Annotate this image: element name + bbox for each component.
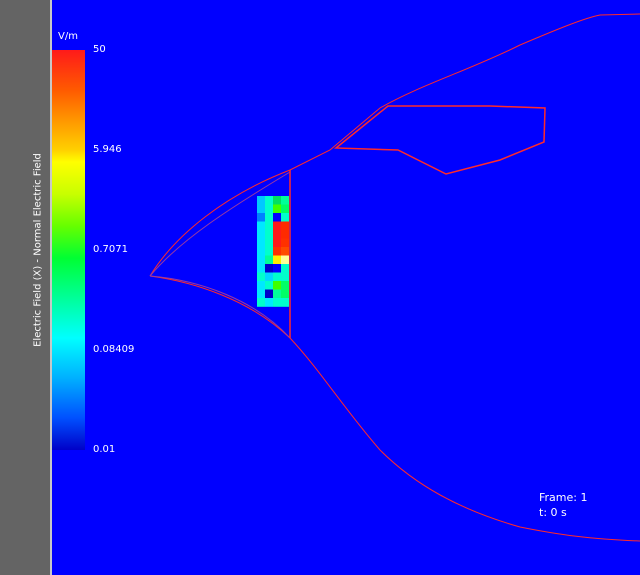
field-cell <box>265 255 273 265</box>
frame-time: t: 0 s <box>539 506 567 519</box>
field-cell <box>257 221 265 231</box>
upper-polygon <box>333 105 546 175</box>
field-cell <box>257 213 265 222</box>
field-cell <box>281 298 289 307</box>
field-cell <box>257 196 265 205</box>
field-cell <box>265 298 273 307</box>
field-cell <box>265 221 273 231</box>
field-cell <box>257 289 265 299</box>
field-cell <box>281 264 289 273</box>
colorbar-tick-3: 0.7071 <box>93 244 128 255</box>
field-cell <box>273 204 281 214</box>
field-cell <box>265 204 273 214</box>
field-cell <box>281 230 289 239</box>
field-cell <box>265 238 273 248</box>
field-cell <box>257 298 265 307</box>
field-cell <box>281 247 289 256</box>
field-cell <box>281 204 289 214</box>
field-cell <box>281 221 289 231</box>
field-cell <box>257 238 265 248</box>
field-cell <box>257 264 265 273</box>
field-cell <box>257 281 265 290</box>
field-cell <box>265 247 273 256</box>
field-cell <box>257 272 265 282</box>
field-cell <box>257 247 265 256</box>
body-outline <box>149 13 640 277</box>
colorbar <box>52 50 85 450</box>
colorbar-tick-max: 50 <box>93 44 106 55</box>
field-cell <box>273 247 281 256</box>
field-cell <box>257 204 265 214</box>
field-cell <box>273 230 281 239</box>
field-patch <box>257 196 289 307</box>
field-cell <box>265 281 273 290</box>
field-cell <box>281 255 289 265</box>
field-cell <box>257 255 265 265</box>
field-cell <box>281 213 289 222</box>
field-cell <box>265 230 273 239</box>
field-cell <box>281 238 289 248</box>
field-cell <box>273 238 281 248</box>
field-cell <box>265 272 273 282</box>
field-cell <box>281 289 289 299</box>
colorbar-title: Electric Field (X) - Normal Electric Fie… <box>32 153 44 347</box>
field-cell <box>265 213 273 222</box>
frame-info: Frame: 1 t: 0 s <box>539 490 587 520</box>
field-cell <box>281 196 289 205</box>
field-cell <box>273 272 281 282</box>
colorbar-tick-2: 5.946 <box>93 144 122 155</box>
field-cell <box>265 196 273 205</box>
field-cell <box>273 213 281 222</box>
field-cell <box>273 196 281 205</box>
model-canvas <box>149 13 640 542</box>
frame-label: Frame: 1 <box>539 491 588 504</box>
render-viewport[interactable] <box>0 0 640 575</box>
colorbar-tick-4: 0.08409 <box>93 344 135 355</box>
field-cell <box>265 289 273 299</box>
colorbar-unit: V/m <box>58 31 78 42</box>
field-cell <box>273 289 281 299</box>
field-cell <box>257 230 265 239</box>
field-cell <box>281 272 289 282</box>
field-cell <box>273 255 281 265</box>
field-cell <box>273 281 281 290</box>
field-cell <box>273 221 281 231</box>
field-cell <box>273 264 281 273</box>
field-cell <box>273 298 281 307</box>
field-cell <box>281 281 289 290</box>
colorbar-tick-min: 0.01 <box>93 444 116 455</box>
field-cell <box>265 264 273 273</box>
